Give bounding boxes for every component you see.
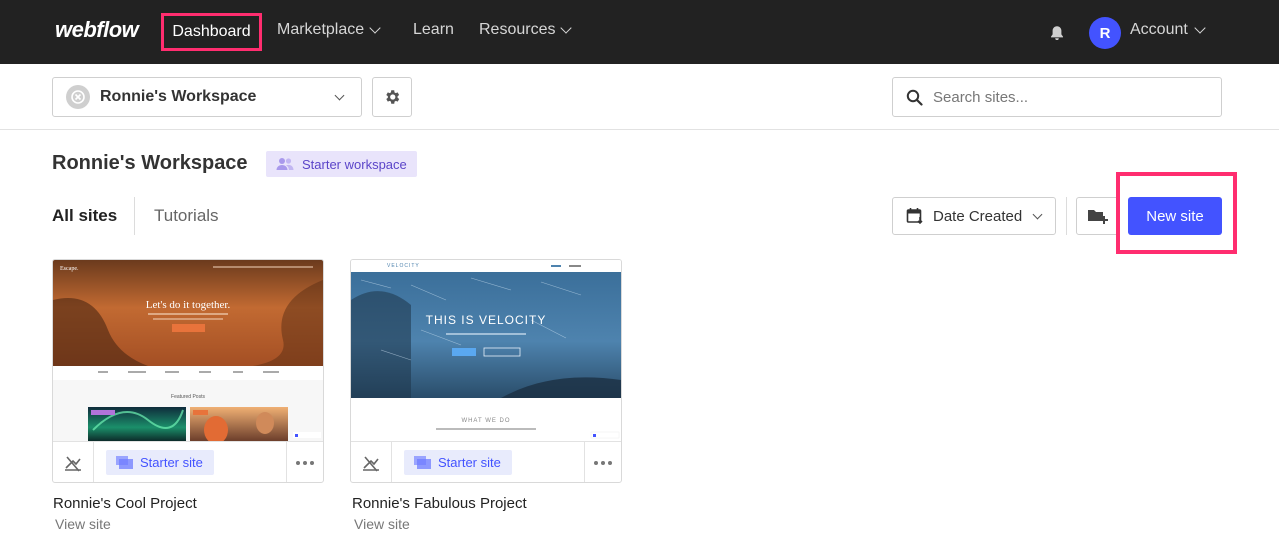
workspace-plan-badge: Starter workspace [266, 151, 417, 177]
avatar[interactable]: R [1089, 17, 1121, 49]
chevron-down-icon [1194, 22, 1206, 34]
workspace-name: Ronnie's Workspace [100, 88, 257, 105]
nav-dashboard[interactable]: Dashboard [161, 13, 262, 51]
workspace-icon [66, 85, 90, 109]
search-box[interactable] [892, 77, 1222, 117]
site-card[interactable]: Escape. Let's do it together. Featured P… [52, 259, 324, 483]
site-name[interactable]: Ronnie's Fabulous Project [352, 495, 527, 512]
unpublished-indicator[interactable] [351, 441, 392, 482]
unpublished-icon [65, 455, 81, 472]
site-name[interactable]: Ronnie's Cool Project [53, 495, 197, 512]
new-site-button[interactable]: New site [1128, 197, 1222, 235]
more-icon [594, 460, 612, 465]
workspace-settings-button[interactable] [372, 77, 412, 117]
tab-tutorials[interactable]: Tutorials [154, 206, 219, 226]
workspace-plan-label: Starter workspace [302, 156, 407, 172]
nav-resources[interactable]: Resources [479, 21, 573, 39]
search-icon [906, 89, 923, 106]
site-plan-label: Starter site [140, 455, 203, 470]
unpublished-icon [363, 455, 379, 472]
nav-resources-label: Resources [479, 21, 556, 38]
workspace-bar: Ronnie's Workspace [0, 64, 1279, 130]
top-navigation: webflow Dashboard Marketplace Learn Reso… [0, 0, 1279, 64]
sort-label: Date Created [933, 207, 1023, 225]
nav-learn-label: Learn [413, 21, 454, 38]
site-thumbnail[interactable]: Escape. Let's do it together. Featured P… [53, 260, 323, 441]
layers-icon [414, 456, 431, 469]
site-options-button[interactable] [584, 441, 621, 482]
nav-marketplace[interactable]: Marketplace [277, 21, 381, 39]
nav-dashboard-label: Dashboard [172, 23, 251, 40]
tab-divider [134, 197, 135, 235]
thumb-section: Featured Posts [171, 394, 205, 400]
bell-icon[interactable] [1048, 24, 1066, 42]
site-plan-label: Starter site [438, 455, 501, 470]
site-card-footer: Starter site [53, 441, 323, 482]
account-menu[interactable]: Account [1130, 21, 1206, 39]
gear-icon [386, 90, 400, 104]
close-circle-icon [71, 90, 85, 104]
account-label: Account [1130, 21, 1188, 38]
view-site-link[interactable]: View site [55, 516, 111, 532]
users-icon [276, 158, 294, 170]
thumb-brand: Escape. [60, 266, 79, 272]
new-folder-button[interactable] [1076, 197, 1120, 235]
site-options-button[interactable] [286, 441, 323, 482]
starter-site-badge[interactable]: Starter site [106, 450, 214, 475]
chevron-down-icon [1032, 209, 1043, 219]
thumb-section: WHAT WE DO [461, 418, 510, 424]
site-card[interactable]: VELOCITY THIS IS VELOCITY WHAT WE DO Sta… [350, 259, 622, 483]
chevron-down-icon [560, 22, 573, 34]
layers-icon [116, 456, 133, 469]
search-input[interactable] [933, 88, 1203, 106]
chevron-down-icon [334, 90, 345, 101]
more-icon [296, 460, 314, 465]
sort-dropdown[interactable]: Date Created [892, 197, 1056, 235]
site-thumbnail[interactable]: VELOCITY THIS IS VELOCITY WHAT WE DO [351, 260, 621, 441]
thumb-brand: VELOCITY [387, 263, 420, 269]
calendar-icon [906, 208, 923, 225]
folder-add-icon [1088, 210, 1108, 224]
view-site-link[interactable]: View site [354, 516, 410, 532]
avatar-initial: R [1099, 24, 1111, 42]
tab-all-sites[interactable]: All sites [52, 206, 117, 226]
toolbar-divider [1066, 197, 1067, 235]
webflow-logo[interactable]: webflow [55, 17, 139, 43]
thumb-headline: Let's do it together. [146, 299, 231, 311]
nav-marketplace-label: Marketplace [277, 21, 365, 38]
unpublished-indicator[interactable] [53, 441, 94, 482]
starter-site-badge[interactable]: Starter site [404, 450, 512, 475]
workspace-selector[interactable]: Ronnie's Workspace [52, 77, 362, 117]
page-title: Ronnie's Workspace [52, 152, 248, 174]
chevron-down-icon [369, 22, 381, 34]
thumb-headline: THIS IS VELOCITY [426, 313, 547, 327]
site-card-footer: Starter site [351, 441, 621, 482]
nav-learn[interactable]: Learn [413, 21, 454, 39]
